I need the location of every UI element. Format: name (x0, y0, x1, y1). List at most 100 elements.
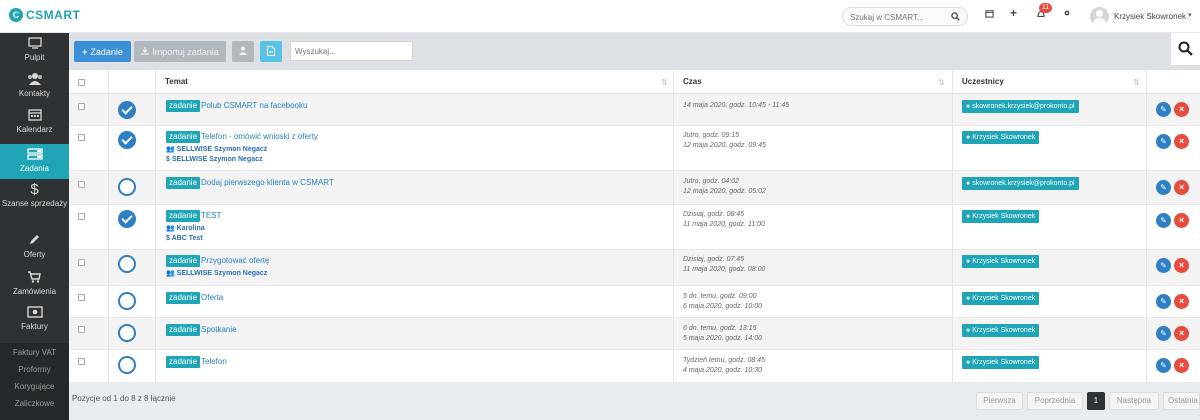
avatar[interactable] (1090, 7, 1109, 26)
search-icon[interactable] (951, 12, 960, 23)
row-checkbox[interactable] (78, 213, 85, 220)
sidebar-item-szanse-sprzedazy[interactable]: $ Szanse sprzedaży (0, 182, 69, 227)
task-title-link[interactable]: Telefon - omówić wnioski z oferty (201, 131, 318, 143)
plus-icon[interactable]: + (1010, 6, 1017, 20)
column-header-time[interactable]: Czas (683, 70, 702, 94)
submenu-item-zaliczkowe[interactable]: Zaliczkowe (0, 399, 69, 408)
pagination-first[interactable]: Pierwsza (976, 392, 1023, 410)
sidebar-item-label: Zamówienia (12, 287, 57, 296)
submenu-item-faktury-vat[interactable]: Faktury VAT (0, 348, 69, 357)
delete-button[interactable]: × (1174, 180, 1189, 195)
participant-badge[interactable]: ● skowronek.krzysiek@prokonto.pl (962, 177, 1079, 190)
sidebar-item-oferty[interactable]: Oferty (0, 233, 69, 265)
edit-button[interactable]: ✎ (1156, 102, 1171, 117)
task-status-checked[interactable] (118, 101, 136, 119)
row-checkbox[interactable] (78, 259, 85, 266)
delete-button[interactable]: × (1174, 258, 1189, 273)
participant-badge[interactable]: ● Krzysiek Skowronek (962, 356, 1040, 369)
delete-button[interactable]: × (1174, 213, 1189, 228)
participant-badge[interactable]: ● Krzysiek Skowronek (962, 131, 1040, 144)
import-tasks-button[interactable]: Importuj zadania (134, 41, 226, 62)
calendar-icon[interactable] (985, 9, 994, 21)
sidebar-item-label: Pulpit (24, 53, 45, 62)
delete-button[interactable]: × (1174, 358, 1189, 373)
edit-button[interactable]: ✎ (1156, 358, 1171, 373)
task-status-unchecked[interactable] (118, 324, 136, 342)
sort-icon[interactable]: ⇅ (938, 78, 945, 87)
task-time-end: 5 maja 2020, godz. 14:00 (683, 335, 763, 342)
gear-icon[interactable] (1063, 9, 1071, 20)
global-search-input[interactable] (850, 11, 940, 23)
delete-button[interactable]: × (1174, 134, 1189, 149)
column-header-participants[interactable]: Uczestnicy (962, 70, 1004, 94)
task-title-link[interactable]: Spotkanie (201, 324, 237, 336)
pagination-page-1[interactable]: 1 (1087, 392, 1105, 410)
task-title-link[interactable]: Przygotować ofertę (201, 255, 269, 267)
edit-button[interactable]: ✎ (1156, 180, 1171, 195)
row-checkbox[interactable] (78, 358, 85, 365)
submenu-item-proformy[interactable]: Proformy (0, 365, 69, 374)
task-time: Dzisiaj, godz. 08:45 (683, 211, 745, 218)
cart-icon (0, 270, 69, 285)
sidebar-item-pulpit[interactable]: Pulpit (0, 37, 69, 69)
task-title-link[interactable]: Oferta (201, 292, 223, 304)
participant-name: Krzysiek Skowronek (972, 213, 1036, 220)
chevron-down-icon[interactable]: ▾ (1188, 11, 1192, 19)
user-filter-button[interactable] (232, 41, 254, 62)
task-search-input[interactable] (295, 46, 405, 57)
user-name[interactable]: Krzysiek Skowronek (1114, 12, 1186, 21)
row-checkbox[interactable] (78, 103, 85, 110)
task-deal-link[interactable]: $ SELLWISE Szymon Negacz (166, 154, 263, 165)
task-title-link[interactable]: Dodaj pierwszego klienta w CSMART (201, 177, 334, 189)
delete-button[interactable]: × (1174, 326, 1189, 341)
sidebar-item-kalendarz[interactable]: Kalendarz (0, 108, 69, 140)
pagination-last[interactable]: Ostatnia (1163, 392, 1200, 410)
pagination-prev[interactable]: Poprzednia (1027, 392, 1083, 410)
sidebar-item-kontakty[interactable]: Kontakty (0, 72, 69, 104)
logo[interactable]: C CSMART (9, 8, 80, 22)
sort-icon[interactable]: ⇅ (1133, 78, 1140, 87)
participant-badge[interactable]: ● skowronek.krzysiek@prokonto.pl (962, 100, 1079, 113)
column-divider (673, 70, 674, 383)
delete-button[interactable]: × (1174, 102, 1189, 117)
task-status-checked[interactable] (118, 210, 136, 228)
task-status-unchecked[interactable] (118, 356, 136, 374)
task-deal-link[interactable]: $ ABC Test (166, 233, 203, 244)
participant-badge[interactable]: ● Krzysiek Skowronek (962, 292, 1040, 305)
sort-icon[interactable]: ⇅ (661, 78, 668, 87)
task-status-checked[interactable] (118, 131, 136, 149)
edit-button[interactable]: ✎ (1156, 294, 1171, 309)
add-task-button[interactable]: + Zadanie (74, 41, 131, 62)
submenu-item-korygujace[interactable]: Korygujące (0, 382, 69, 391)
row-checkbox[interactable] (78, 181, 85, 188)
column-header-topic[interactable]: Temat (165, 70, 188, 94)
edit-button[interactable]: ✎ (1156, 213, 1171, 228)
search-toggle-button[interactable] (1171, 33, 1200, 66)
participant-badge[interactable]: ● Krzysiek Skowronek (962, 324, 1040, 337)
row-checkbox[interactable] (78, 326, 85, 333)
edit-button[interactable]: ✎ (1156, 326, 1171, 341)
task-title-link[interactable]: TEST (201, 210, 221, 222)
row-checkbox[interactable] (78, 134, 85, 141)
participant-badge[interactable]: ● Krzysiek Skowronek (962, 255, 1040, 268)
edit-button[interactable]: ✎ (1156, 258, 1171, 273)
task-status-unchecked[interactable] (118, 292, 136, 310)
participant-name: Krzysiek Skowronek (972, 359, 1036, 366)
export-file-button[interactable] (260, 41, 282, 62)
task-contact-link[interactable]: 👥 SELLWISE Szymon Negacz (166, 268, 267, 279)
pagination-next[interactable]: Następna (1109, 392, 1159, 410)
task-status-unchecked[interactable] (118, 178, 136, 196)
task-title-link[interactable]: Telefon (201, 356, 227, 368)
select-all-checkbox[interactable] (78, 79, 85, 86)
task-tag: zadanie (166, 177, 201, 189)
sidebar-item-label: Zadania (20, 164, 49, 173)
sidebar-item-faktury[interactable]: Faktury (0, 306, 69, 338)
sidebar-item-zamowienia[interactable]: Zamówienia (0, 270, 69, 302)
participant-badge[interactable]: ● Krzysiek Skowronek (962, 210, 1040, 223)
edit-button[interactable]: ✎ (1156, 134, 1171, 149)
sidebar-item-zadania[interactable]: Zadania (0, 144, 69, 179)
row-checkbox[interactable] (78, 294, 85, 301)
task-title-link[interactable]: Polub CSMART na facebooku (201, 100, 307, 112)
delete-button[interactable]: × (1174, 294, 1189, 309)
task-status-unchecked[interactable] (118, 255, 136, 273)
